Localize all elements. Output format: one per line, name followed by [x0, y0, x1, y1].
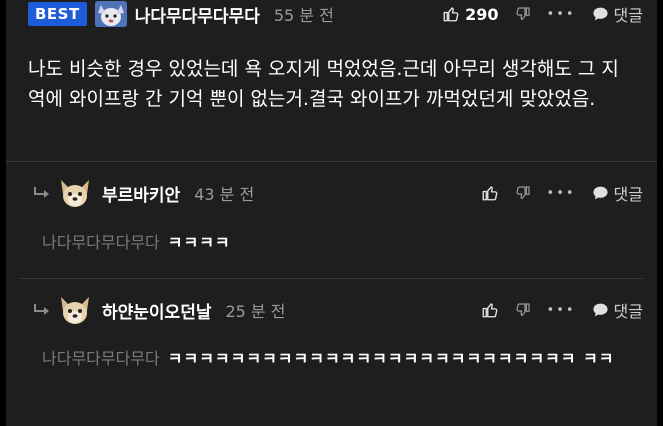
- reply-body: 나다무다무다무다 ㅋㅋㅋㅋㅋㅋㅋㅋㅋㅋㅋㅋㅋㅋㅋㅋㅋㅋㅋㅋㅋㅋㅋㅋㅋㅋ ㅋㅋ: [42, 344, 627, 374]
- thumbs-up-icon: [443, 7, 459, 22]
- avatar-image-icon: [94, 1, 127, 27]
- comment-header: BEST 나다무다무다무다 55 분 전 290 ••• 댓글: [28, 0, 643, 28]
- quoted-username: 나다무다무다무다: [42, 349, 160, 368]
- timestamp: 55 분 전: [273, 6, 334, 25]
- right-border: [657, 0, 663, 426]
- page: BEST 나다무다무다무다 55 분 전 290 ••• 댓글 나도 비슷한 경…: [0, 0, 663, 426]
- comment-actions: ••• 댓글: [481, 298, 643, 322]
- reply-content: ㅋㅋㅋㅋ: [167, 233, 231, 252]
- comment-actions: ••• 댓글: [481, 181, 643, 205]
- username[interactable]: 부르바키안: [102, 181, 180, 206]
- reply-arrow-icon: [34, 304, 49, 315]
- best-badge: BEST: [28, 2, 87, 26]
- dislike-button[interactable]: [515, 302, 531, 318]
- dislike-button[interactable]: [515, 185, 531, 201]
- comment-body: 나도 비슷한 경우 있었는데 욕 오지게 먹었었음.근데 아무리 생각해도 그 …: [28, 58, 619, 110]
- timestamp: 25 분 전: [225, 302, 286, 321]
- thumbs-down-icon: [515, 7, 530, 21]
- like-count: 290: [465, 4, 499, 24]
- reply-body: 나다무다무다무다 ㅋㅋㅋㅋ: [42, 228, 627, 258]
- thumbs-up-icon: [482, 303, 497, 318]
- like-button[interactable]: [481, 184, 499, 202]
- user-avatar[interactable]: [94, 1, 127, 27]
- username[interactable]: 하얀눈이오던날: [102, 298, 211, 323]
- dog-avatar-icon: [61, 180, 89, 207]
- reply-label: 댓글: [613, 185, 643, 204]
- reply-label: 댓글: [613, 6, 643, 25]
- thumbs-down-icon: [515, 303, 530, 317]
- dislike-button[interactable]: [515, 6, 531, 22]
- like-button[interactable]: 290: [442, 4, 499, 24]
- user-avatar[interactable]: [58, 176, 92, 210]
- more-options-icon[interactable]: •••: [547, 303, 576, 318]
- quoted-username: 나다무다무다무다: [42, 233, 160, 252]
- speech-bubble-icon: [592, 303, 608, 317]
- comment-actions: 290 ••• 댓글: [442, 2, 643, 26]
- reply-button[interactable]: 댓글: [592, 298, 643, 322]
- thumbs-down-icon: [515, 186, 530, 200]
- user-avatar[interactable]: [58, 293, 92, 327]
- reply-content: ㅋㅋㅋㅋㅋㅋㅋㅋㅋㅋㅋㅋㅋㅋㅋㅋㅋㅋㅋㅋㅋㅋㅋㅋㅋㅋ ㅋㅋ: [167, 349, 615, 368]
- reply-button[interactable]: 댓글: [592, 181, 643, 205]
- dog-avatar-icon: [61, 297, 89, 324]
- divider: [6, 161, 657, 162]
- reply-label: 댓글: [613, 302, 643, 321]
- speech-bubble-icon: [592, 186, 608, 200]
- username[interactable]: 나다무다무다무다: [135, 2, 260, 27]
- more-options-icon[interactable]: •••: [547, 7, 576, 22]
- speech-bubble-icon: [592, 7, 608, 21]
- more-options-icon[interactable]: •••: [547, 186, 576, 201]
- divider: [20, 278, 643, 279]
- reply-header: 부르바키안 43 분 전 ••• 댓글: [32, 179, 643, 207]
- reply-arrow-icon: [34, 187, 49, 198]
- comment-thread: BEST 나다무다무다무다 55 분 전 290 ••• 댓글 나도 비슷한 경…: [6, 0, 657, 426]
- thumbs-up-icon: [482, 186, 497, 201]
- like-button[interactable]: [481, 301, 499, 319]
- reply-header: 하얀눈이오던날 25 분 전 ••• 댓글: [32, 296, 643, 324]
- reply-button[interactable]: 댓글: [592, 2, 643, 26]
- timestamp: 43 분 전: [194, 185, 255, 204]
